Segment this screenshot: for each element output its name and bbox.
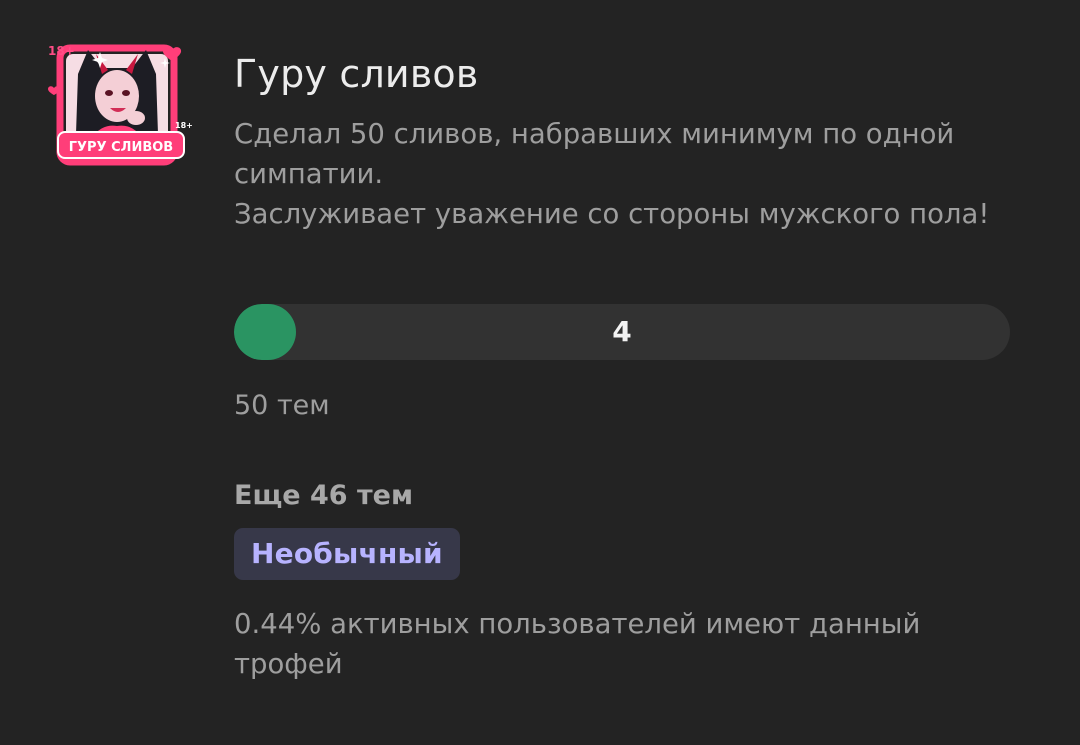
progress-bar: 4 (234, 304, 1010, 360)
owners-stat-text: 0.44% активных пользователей имеют данны… (234, 608, 921, 680)
trophy-description-line: симпатии. (234, 158, 384, 190)
remaining-label: Еще 46 тем (234, 480, 414, 511)
trophy-description-line: Заслуживает уважение со стороны мужского… (234, 198, 990, 230)
svg-text:18+: 18+ (48, 44, 75, 58)
progress-goal-label: 50 тем (234, 390, 330, 421)
svg-text:18+: 18+ (175, 121, 192, 130)
svg-text:ГУРУ СЛИВОВ: ГУРУ СЛИВОВ (69, 140, 173, 155)
trophy-badge-image: ГУРУ СЛИВОВ 18+ 18+ (42, 30, 192, 180)
trophy-info: Гуру сливов Сделал 50 сливов, набравших … (234, 48, 1024, 234)
progress-current-value: 4 (612, 315, 632, 348)
trophy-title: Гуру сливов (234, 52, 479, 96)
trophy-description: Сделал 50 сливов, набравших минимум по о… (234, 114, 1004, 234)
trophy-description-line: Сделал 50 сливов, набравших минимум по о… (234, 118, 955, 150)
rarity-badge: Необычный (234, 528, 460, 580)
